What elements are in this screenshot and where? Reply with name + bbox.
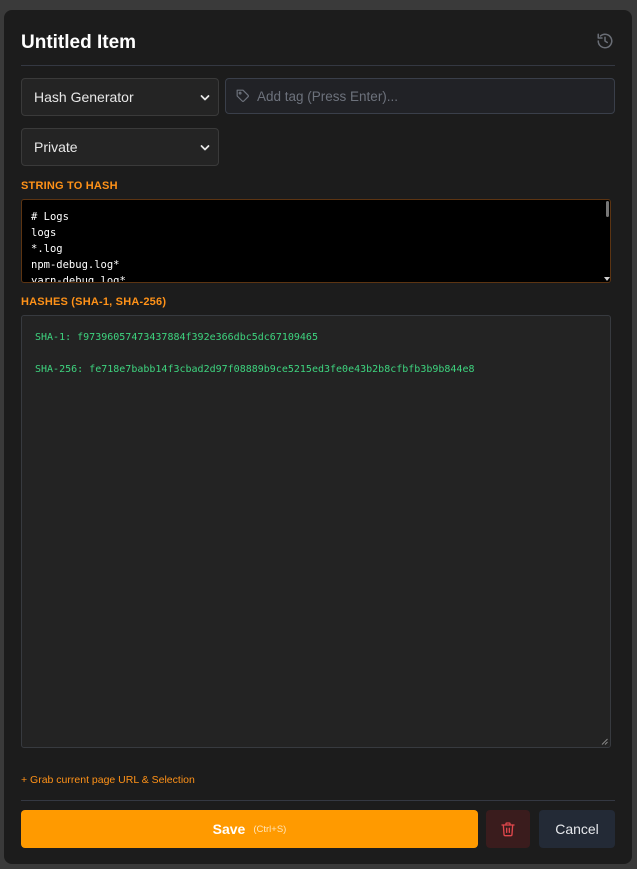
resize-grip-icon[interactable] [601, 738, 608, 745]
scrollbar[interactable] [605, 200, 610, 282]
chevron-down-icon [200, 95, 210, 101]
chevron-down-icon [200, 145, 210, 151]
scrollbar-thumb[interactable] [606, 201, 609, 217]
tag-icon [236, 89, 249, 102]
visibility-select-value: Private [34, 139, 78, 155]
page-title: Untitled Item [21, 32, 137, 53]
type-select[interactable]: Hash Generator [21, 78, 219, 116]
save-shortcut-hint: (Ctrl+S) [253, 823, 287, 835]
type-select-value: Hash Generator [34, 89, 134, 105]
history-icon[interactable] [596, 32, 614, 50]
tag-input[interactable] [257, 88, 587, 104]
string-to-hash-label: STRING TO HASH [21, 180, 118, 192]
visibility-select[interactable]: Private [21, 128, 219, 166]
sha1-hash: SHA-1: f97396057473437884f392e366dbc5dc6… [35, 332, 318, 343]
string-to-hash-textarea[interactable]: # Logs logs *.log npm-debug.log* yarn-de… [21, 199, 611, 283]
grab-page-url-link[interactable]: + Grab current page URL & Selection [21, 774, 195, 786]
item-editor-panel: Untitled Item Hash Generator Private STR… [4, 10, 632, 864]
header-divider [21, 65, 615, 66]
save-button[interactable]: Save (Ctrl+S) [21, 810, 478, 848]
tag-input-wrapper[interactable] [225, 78, 615, 114]
scroll-down-arrow-icon[interactable] [604, 276, 610, 282]
cancel-button[interactable]: Cancel [539, 810, 615, 848]
trash-icon [501, 822, 515, 837]
sha256-hash: SHA-256: fe718e7babb14f3cbad2d97f08889b9… [35, 364, 475, 375]
delete-button[interactable] [486, 810, 530, 848]
hashes-label: HASHES (SHA-1, SHA-256) [21, 296, 167, 308]
hashes-output[interactable]: SHA-1: f97396057473437884f392e366dbc5dc6… [21, 315, 611, 748]
save-button-label: Save [212, 821, 246, 837]
string-to-hash-content: # Logs logs *.log npm-debug.log* yarn-de… [31, 211, 126, 283]
footer-divider [21, 800, 615, 801]
